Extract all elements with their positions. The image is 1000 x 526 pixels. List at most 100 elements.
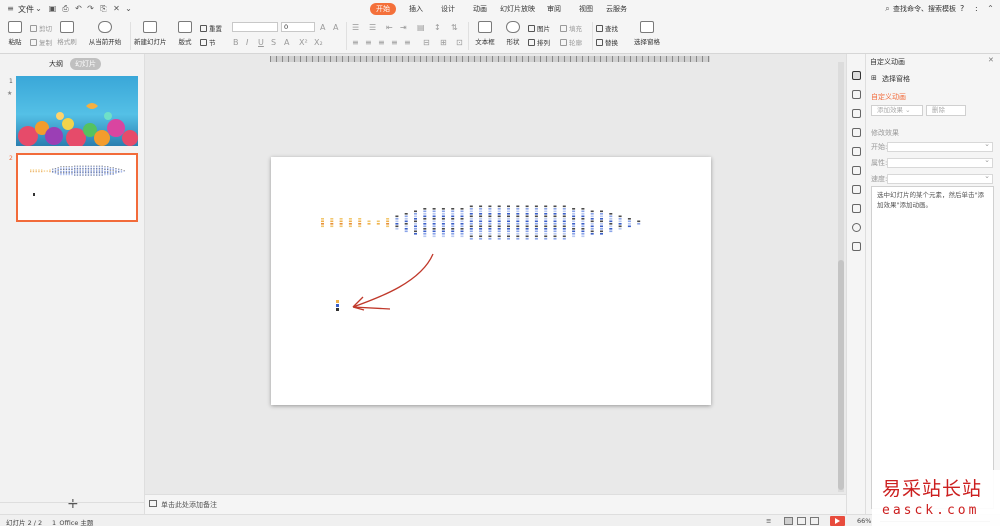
play-slideshow-icon[interactable] <box>830 516 845 526</box>
save-icon[interactable]: ▣ <box>48 4 57 13</box>
italic-button[interactable]: I <box>246 38 248 47</box>
template-icon[interactable] <box>852 147 861 156</box>
shrink-font-button[interactable]: A <box>333 23 338 32</box>
add-effect-button[interactable]: 添加效果 ⌄ <box>871 105 923 116</box>
tab-animation[interactable]: 动画 <box>473 4 487 14</box>
tab-outline[interactable]: 大纲 <box>49 59 63 69</box>
slide-sorter-icon[interactable] <box>797 517 806 525</box>
search-icon[interactable]: ⌕ <box>883 4 892 13</box>
layout-button[interactable]: 版式 <box>174 18 196 46</box>
cut-button[interactable]: 剪切 <box>30 23 52 33</box>
font-color-button[interactable]: A <box>284 38 289 47</box>
redo-icon[interactable]: ↷ <box>86 4 95 13</box>
slide-thumbnail-1[interactable] <box>16 76 138 146</box>
align-center-button[interactable]: ≡ <box>365 38 372 47</box>
tab-design[interactable]: 设计 <box>441 4 455 14</box>
text-align-button[interactable]: ⊟ <box>423 38 430 47</box>
zoom-level[interactable]: 66% <box>857 517 871 525</box>
paste-button[interactable]: 粘贴 <box>4 18 26 46</box>
tab-review[interactable]: 审阅 <box>547 4 561 14</box>
underline-button[interactable]: U <box>258 38 264 47</box>
notes-placeholder[interactable]: 单击此处添加备注 <box>161 500 217 510</box>
distribute-button[interactable]: ≡ <box>404 38 411 47</box>
options-button[interactable]: : <box>975 4 978 13</box>
select-pane-link[interactable]: 选择窗格 <box>882 74 910 84</box>
format-painter-button[interactable]: 格式刷 <box>55 18 79 46</box>
design-icon[interactable] <box>852 128 861 137</box>
select-pane-button[interactable]: 选择窗格 <box>632 18 662 46</box>
command-search[interactable]: 查找命令、搜索模板 <box>893 4 956 14</box>
tab-insert[interactable]: 插入 <box>409 4 423 14</box>
font-size-combo[interactable]: 0 <box>281 22 315 32</box>
file-menu[interactable]: 文件 <box>18 4 34 15</box>
shapes-button[interactable]: 形状 <box>502 18 524 46</box>
reading-view-icon[interactable] <box>810 517 819 525</box>
from-current-button[interactable]: 从当前开始 <box>86 18 124 46</box>
increase-indent-button[interactable]: ⇥ <box>400 23 407 32</box>
star-icon[interactable] <box>852 166 861 175</box>
reset-button[interactable]: 重置 <box>200 23 222 33</box>
convert-button[interactable]: ⊡ <box>456 38 463 47</box>
align-left-button[interactable]: ≡ <box>352 38 359 47</box>
new-slide-button[interactable]: 新建幻灯片 <box>134 18 167 46</box>
hamburger-menu-icon[interactable]: ≡ <box>6 4 15 13</box>
columns-button[interactable]: ▤ <box>417 23 425 32</box>
smartart-button[interactable]: ⊞ <box>440 38 447 47</box>
arrange-button[interactable]: 排列 <box>528 37 550 47</box>
superscript-button[interactable]: X² <box>299 38 308 47</box>
select-pane-icon[interactable]: ⊞ <box>871 74 877 82</box>
justify-button[interactable]: ≡ <box>391 38 398 47</box>
apps-icon[interactable] <box>852 242 861 251</box>
replace-button[interactable]: 替换 <box>596 37 618 47</box>
help-icon[interactable] <box>852 223 861 232</box>
tab-slides[interactable]: 幻灯片 <box>70 58 101 70</box>
slide-transition-icon[interactable] <box>852 90 861 99</box>
small-element[interactable] <box>336 300 339 303</box>
section-button[interactable]: 节 <box>200 37 216 47</box>
collapse-ribbon-icon[interactable]: ⌃ <box>986 4 995 13</box>
fill-button[interactable]: 填充 <box>560 23 582 33</box>
align-right-button[interactable]: ≡ <box>378 38 385 47</box>
undo-icon[interactable]: ↶ <box>74 4 83 13</box>
tab-cloud[interactable]: 云服务 <box>606 4 627 14</box>
help-button[interactable]: ? <box>960 4 964 13</box>
picture-button[interactable]: 图片 <box>528 23 550 33</box>
subscript-button[interactable]: X₂ <box>314 38 323 47</box>
slide-canvas[interactable] <box>271 157 711 405</box>
tab-view[interactable]: 视图 <box>579 4 593 14</box>
text-direction-button[interactable]: ⇅ <box>451 23 458 32</box>
font-name-combo[interactable] <box>232 22 278 32</box>
speed-select[interactable] <box>887 172 993 184</box>
start-select[interactable] <box>887 140 993 152</box>
layout-icon[interactable] <box>852 185 861 194</box>
custom-animation-icon[interactable] <box>852 71 861 80</box>
slide-thumbnail-2[interactable] <box>16 153 138 222</box>
notes-area[interactable]: 单击此处添加备注 <box>145 494 846 514</box>
small-element[interactable] <box>336 308 339 311</box>
bold-button[interactable]: B <box>233 38 239 47</box>
property-select[interactable] <box>887 156 993 168</box>
bar-graphic[interactable] <box>321 205 641 240</box>
horizontal-ruler[interactable] <box>270 56 710 62</box>
copy-button[interactable]: 复制 <box>30 37 52 47</box>
textbox-button[interactable]: 文本框 <box>473 18 497 46</box>
delete-button[interactable]: 删除 <box>926 105 966 116</box>
scrollbar-thumb[interactable] <box>838 260 844 490</box>
numbering-button[interactable]: ☰ <box>369 23 376 32</box>
bullets-button[interactable]: ☰ <box>352 23 359 32</box>
line-spacing-button[interactable]: ↕ <box>434 23 441 32</box>
chevron-down-icon[interactable]: ⌄ <box>34 4 43 13</box>
close-pane-icon[interactable]: ✕ <box>988 56 994 64</box>
more-icon[interactable]: ⌄ <box>124 4 133 13</box>
tab-home[interactable]: 开始 <box>370 3 396 15</box>
history-icon[interactable] <box>852 204 861 213</box>
clear-icon[interactable]: ✕ <box>112 4 121 13</box>
small-element[interactable] <box>336 304 339 307</box>
print-icon[interactable]: ⎙ <box>61 4 70 13</box>
object-properties-icon[interactable] <box>852 109 861 118</box>
tab-slideshow[interactable]: 幻灯片放映 <box>500 4 535 14</box>
animation-list-box[interactable]: 选中幻灯片的某个元素，然后单击"添加效果"添加动画。 <box>871 186 994 509</box>
notes-toggle-icon[interactable]: ≡ <box>766 517 771 525</box>
strikethrough-button[interactable]: S <box>271 38 276 47</box>
normal-view-icon[interactable] <box>784 517 793 525</box>
